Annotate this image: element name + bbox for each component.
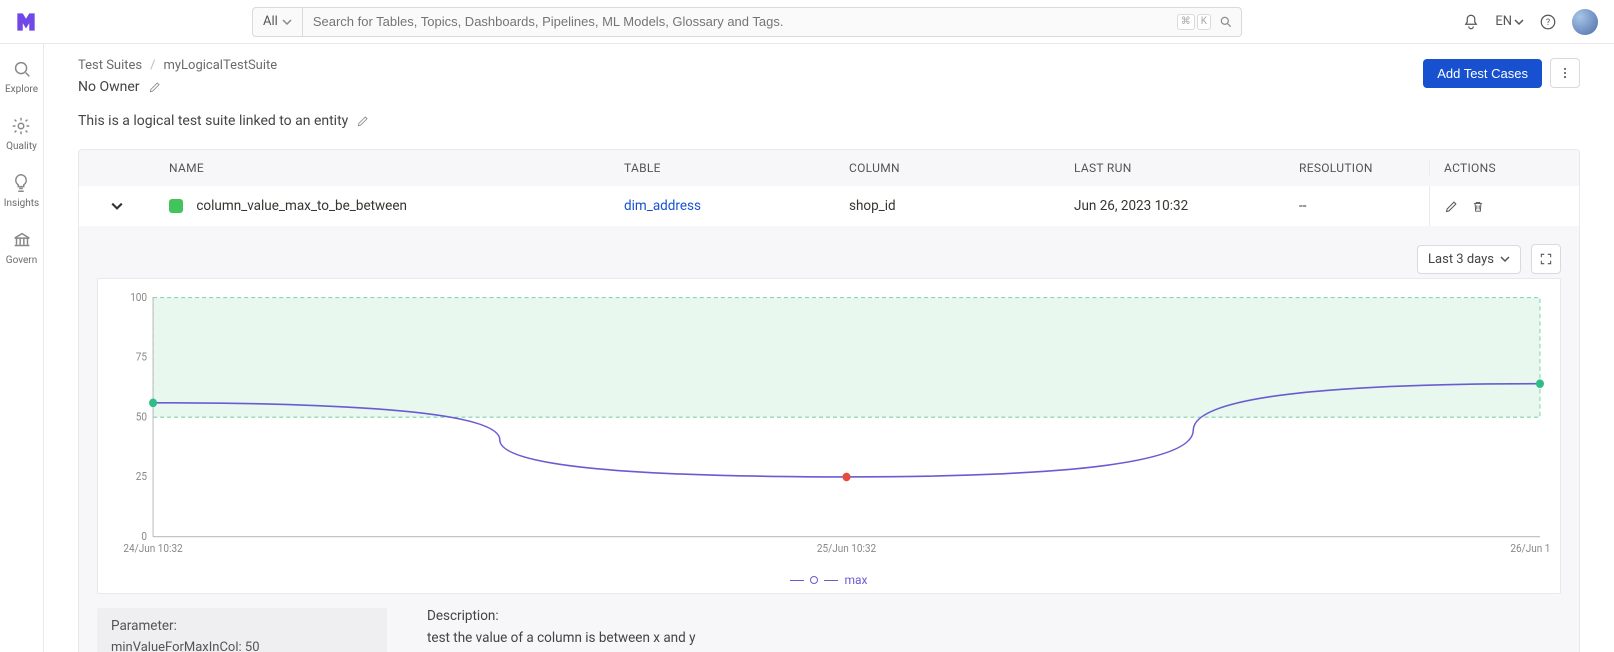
svg-text:?: ? [1546, 18, 1550, 28]
line-chart: 025507510024/Jun 10:3225/Jun 10:3226/Jun… [108, 289, 1550, 569]
chart-container: 025507510024/Jun 10:3225/Jun 10:3226/Jun… [97, 278, 1561, 594]
search-icon[interactable] [1217, 15, 1241, 29]
edit-description-icon[interactable] [356, 114, 370, 128]
description-text: test the value of a column is between x … [427, 630, 695, 646]
search-scope-label: All [263, 14, 278, 29]
breadcrumb-current: myLogicalTestSuite [164, 58, 278, 73]
chevron-down-icon [1514, 17, 1524, 27]
svg-text:24/Jun 10:32: 24/Jun 10:32 [123, 541, 182, 554]
global-search: All ⌘ K [252, 7, 1242, 37]
chevron-down-icon [111, 200, 123, 212]
delete-icon[interactable] [1471, 199, 1485, 214]
parameter-heading: Parameter: [111, 618, 373, 634]
last-run: Jun 26, 2023 10:32 [1060, 198, 1285, 214]
govern-icon [11, 229, 33, 251]
expand-row-toggle[interactable] [79, 200, 155, 212]
fullscreen-button[interactable] [1531, 244, 1561, 274]
column-name: shop_id [835, 198, 1060, 214]
topbar: All ⌘ K EN ? [0, 0, 1614, 44]
search-shortcut: ⌘ K [1177, 14, 1217, 30]
topbar-right: EN ? [1461, 9, 1598, 35]
search-input[interactable] [303, 14, 1177, 29]
breadcrumb-root[interactable]: Test Suites [78, 58, 142, 73]
search-scope-select[interactable]: All [253, 8, 303, 36]
nav-explore[interactable]: Explore [5, 58, 38, 95]
breadcrumb: Test Suites / myLogicalTestSuite [78, 58, 370, 73]
quality-icon [10, 115, 32, 137]
notifications-icon[interactable] [1461, 12, 1481, 32]
test-name: column_value_max_to_be_between [196, 198, 407, 214]
nav-govern[interactable]: Govern [6, 229, 37, 266]
explore-icon [11, 58, 33, 80]
time-range-select[interactable]: Last 3 days [1417, 245, 1521, 274]
svg-text:26/Jun 10:32: 26/Jun 10:32 [1510, 541, 1550, 554]
language-select[interactable]: EN [1495, 14, 1524, 29]
suite-description: This is a logical test suite linked to a… [78, 113, 348, 129]
more-actions-button[interactable] [1550, 58, 1580, 88]
svg-text:100: 100 [130, 290, 147, 303]
resolution: -- [1285, 198, 1429, 214]
main-content: Test Suites / myLogicalTestSuite No Owne… [44, 44, 1614, 652]
nav-insights[interactable]: Insights [4, 172, 39, 209]
user-avatar[interactable] [1572, 9, 1598, 35]
description-heading: Description: [427, 608, 695, 624]
app-logo[interactable] [12, 8, 40, 36]
table-row: column_value_max_to_be_between dim_addre… [79, 186, 1579, 226]
help-icon[interactable]: ? [1538, 12, 1558, 32]
table-link[interactable]: dim_address [624, 198, 701, 214]
kebab-icon [1558, 66, 1572, 80]
chevron-down-icon [282, 17, 292, 27]
add-test-cases-button[interactable]: Add Test Cases [1423, 59, 1542, 88]
side-nav: Explore Quality Insights Govern [0, 44, 44, 652]
insights-icon [10, 172, 32, 194]
edit-owner-icon[interactable] [148, 80, 162, 94]
edit-icon[interactable] [1444, 199, 1459, 214]
chart-legend: max [108, 573, 1550, 587]
chevron-down-icon [1500, 254, 1510, 264]
svg-text:75: 75 [136, 350, 147, 363]
row-expanded-panel: Last 3 days 025507510024/Jun 10:3225/Jun… [79, 226, 1579, 652]
svg-text:50: 50 [136, 410, 147, 423]
parameter-row: minValueForMaxInCol: 50 [111, 640, 373, 652]
nav-quality[interactable]: Quality [6, 115, 37, 152]
expand-icon [1539, 252, 1553, 266]
svg-text:25: 25 [136, 470, 147, 483]
svg-text:25/Jun 10:32: 25/Jun 10:32 [817, 541, 876, 554]
owner-label: No Owner [78, 79, 140, 95]
test-cases-table: NAME TABLE COLUMN LAST RUN RESOLUTION AC… [78, 149, 1580, 652]
status-badge [169, 199, 183, 213]
table-header: NAME TABLE COLUMN LAST RUN RESOLUTION AC… [79, 150, 1579, 186]
test-meta: Parameter: minValueForMaxInCol: 50maxVal… [97, 608, 1561, 652]
